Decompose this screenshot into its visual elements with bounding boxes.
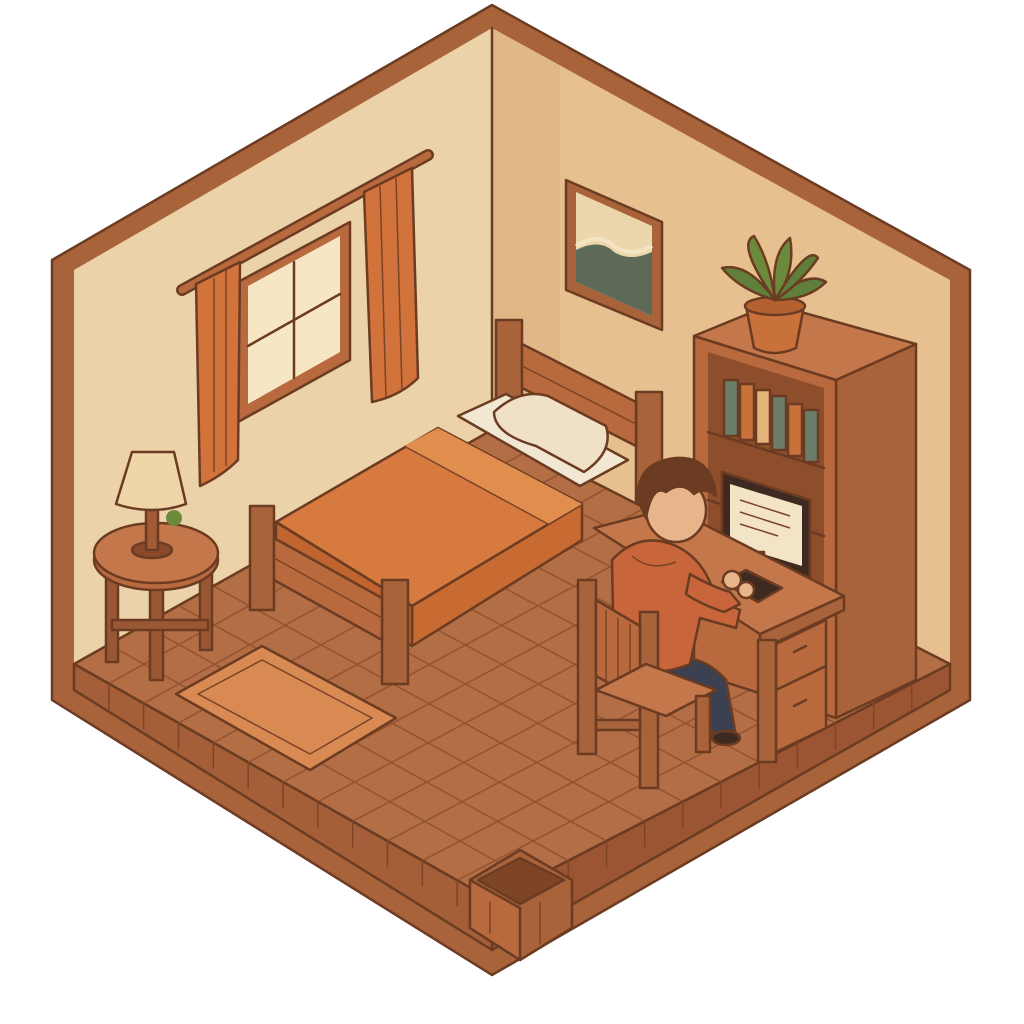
curtain-right	[362, 166, 420, 404]
curtain-left	[194, 260, 242, 488]
isometric-bedroom-scene	[50, 3, 972, 977]
